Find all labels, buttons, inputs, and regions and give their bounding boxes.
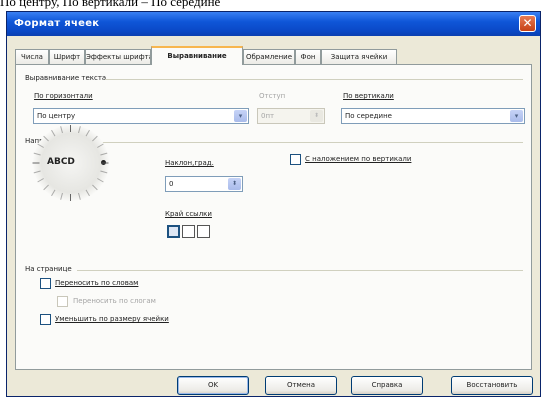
- dialog-title: Формат ячеек: [14, 18, 100, 29]
- dial-tick: [100, 170, 108, 174]
- vertical-value: По середине: [345, 112, 392, 120]
- indent-spinner: 0пт ⬍: [257, 108, 325, 124]
- dial-tick: [92, 135, 98, 142]
- dial-tick: [33, 152, 41, 156]
- wrap-words-checkbox[interactable]: [40, 278, 51, 289]
- indent-label: Отступ: [259, 92, 286, 100]
- caption-text: По центру, По вертикали – По середине: [0, 0, 221, 9]
- stacked-label: С наложением по вертикали: [305, 155, 412, 163]
- edge-inside-icon[interactable]: [197, 225, 210, 238]
- horizontal-select[interactable]: По центру ▾: [33, 108, 249, 124]
- dial-tick: [97, 143, 104, 148]
- vertical-select[interactable]: По середине ▾: [341, 108, 525, 124]
- horizontal-label: По горизонтали: [34, 92, 93, 100]
- hyphenation-label: Переносить по слогам: [73, 297, 156, 305]
- shrink-to-fit-label: Уменьшить по размеру ячейки: [55, 315, 169, 323]
- dial-tick: [85, 129, 90, 137]
- page-section-title: На странице: [25, 265, 72, 273]
- hyphenation-checkbox: [57, 296, 68, 307]
- angle-spinner[interactable]: 0 ⬍: [165, 176, 243, 192]
- dial-tick: [92, 184, 98, 191]
- section-divider: [105, 79, 523, 80]
- dial-tick: [51, 129, 56, 137]
- angle-value: 0: [169, 180, 174, 188]
- vertical-label: По вертикали: [343, 92, 394, 100]
- help-button[interactable]: Справка: [351, 376, 423, 395]
- dial-tick: [70, 125, 71, 132]
- wrap-words-label: Переносить по словам: [55, 279, 139, 287]
- spin-arrows-icon[interactable]: ⬍: [228, 178, 241, 190]
- reset-button[interactable]: Восстановить: [451, 376, 533, 395]
- dial-sample-text: ABCD: [47, 157, 75, 167]
- shrink-to-fit-checkbox[interactable]: [40, 314, 51, 325]
- dial-tick: [51, 189, 56, 197]
- dial-tick: [43, 135, 49, 142]
- tab-alignment[interactable]: Выравнивание: [151, 46, 243, 65]
- edge-top-icon[interactable]: [182, 225, 195, 238]
- title-bar: Формат ячеек ✕: [7, 12, 540, 36]
- dial-tick: [100, 152, 108, 156]
- dial-tick: [43, 184, 49, 191]
- dial-tick: [101, 162, 109, 164]
- format-cells-dialog: Формат ячеек ✕ Числа Шрифт Эффекты шрифт…: [6, 11, 541, 397]
- close-button[interactable]: ✕: [519, 15, 536, 32]
- tab-cell-protection[interactable]: Защита ячейки: [321, 49, 397, 64]
- section-divider: [101, 142, 523, 143]
- dial-tick: [97, 178, 104, 183]
- text-alignment-section-title: Выравнивание текста: [25, 74, 107, 82]
- tab-background[interactable]: Фон: [295, 49, 321, 64]
- tab-font-effects[interactable]: Эффекты шрифта: [85, 49, 151, 64]
- dial-tick: [70, 194, 71, 201]
- dial-tick: [78, 192, 81, 200]
- angle-label: Наклон,град.: [165, 159, 214, 167]
- spin-arrows-icon: ⬍: [310, 110, 323, 122]
- dial-tick: [32, 162, 40, 164]
- dial-tick: [85, 189, 90, 197]
- tab-borders[interactable]: Обрамление: [243, 49, 295, 64]
- chevron-down-icon: ▾: [510, 110, 523, 122]
- dial-tick: [33, 170, 41, 174]
- dial-tick: [78, 126, 81, 134]
- dial-tick: [60, 126, 63, 134]
- chevron-down-icon: ▾: [234, 110, 247, 122]
- section-divider: [77, 270, 523, 271]
- dial-tick: [60, 192, 63, 200]
- horizontal-value: По центру: [37, 112, 76, 120]
- text-angle-dial[interactable]: ABCD: [32, 125, 109, 201]
- tab-font[interactable]: Шрифт: [49, 49, 85, 64]
- reference-edge-label: Край ссылки: [165, 210, 212, 218]
- ok-button[interactable]: OK: [177, 376, 249, 395]
- cancel-button[interactable]: Отмена: [265, 376, 337, 395]
- dial-tick: [37, 178, 44, 183]
- stacked-checkbox[interactable]: [290, 154, 301, 165]
- edge-bottom-icon[interactable]: [167, 225, 180, 238]
- dial-tick: [37, 143, 44, 148]
- tab-numbers[interactable]: Числа: [15, 49, 49, 64]
- indent-value: 0пт: [261, 112, 275, 120]
